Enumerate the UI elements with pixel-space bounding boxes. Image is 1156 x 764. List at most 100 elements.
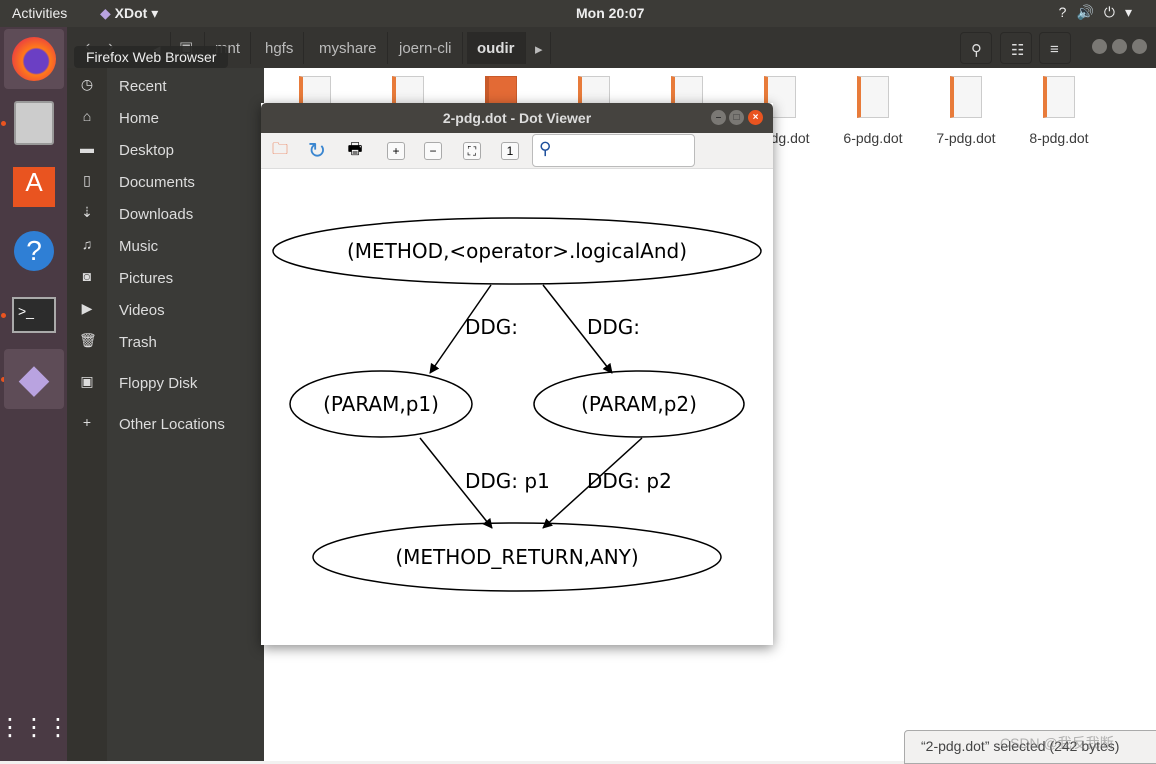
menu-button[interactable]: ≡ — [1039, 32, 1071, 64]
help-icon: ? — [14, 231, 54, 271]
sidebar-item-label: Recent — [119, 78, 167, 95]
open-button[interactable]: 🗀 — [268, 139, 292, 163]
edge-label: DDG: p1 — [465, 469, 550, 493]
xdot-icon: ◆ — [18, 357, 50, 401]
sidebar-item-label: Desktop — [119, 142, 175, 159]
node-label: (PARAM,p1) — [323, 392, 439, 416]
top-bar: Activities ◆ XDot ▾ Mon 20:07 ?🔊⏻▾ — [0, 0, 1156, 27]
zoom-fit-button[interactable]: ⛶ — [463, 142, 481, 160]
sidebar-item-label: Other Locations — [119, 416, 225, 433]
search-button[interactable]: ⚲ — [960, 32, 992, 64]
fit-icon: ⛶ — [467, 143, 477, 158]
network-unknown-icon: ? — [1058, 4, 1077, 20]
document-icon: ▯ — [83, 172, 91, 188]
app-grid-button[interactable]: ⋮⋮⋮ — [0, 697, 70, 757]
one-to-one-icon: 1 — [506, 144, 514, 158]
breadcrumb-myshare[interactable]: myshare — [309, 32, 388, 64]
reload-icon: ↻ — [307, 138, 327, 163]
sidebar-item-label: Home — [119, 110, 160, 127]
tooltip: Firefox Web Browser — [74, 46, 229, 68]
dock: A ? >_ ◆ ⋮⋮⋮ — [0, 27, 70, 761]
search-icon: ⚲ — [971, 42, 982, 59]
text-file-icon — [857, 76, 889, 118]
app-menu[interactable]: ◆ XDot ▾ — [100, 5, 158, 22]
volume-icon: 🔊 — [1076, 4, 1104, 20]
zoom-in-button[interactable]: + — [387, 142, 405, 160]
search-icon: ⚲ — [539, 139, 552, 158]
firefox-icon — [12, 37, 56, 81]
sidebar-item-label: Videos — [119, 302, 165, 319]
activities-button[interactable]: Activities — [12, 5, 67, 21]
chevron-down-icon: ▾ — [1124, 4, 1142, 20]
file-name: 6-pdg.dot — [843, 130, 903, 146]
file-item[interactable]: 7-pdg.dot — [921, 76, 1011, 146]
plus-icon: + — [82, 414, 92, 430]
file-name: 8-pdg.dot — [1029, 130, 1089, 146]
app-name: XDot — [114, 5, 148, 21]
text-file-icon — [1043, 76, 1075, 118]
terminal-icon: >_ — [12, 297, 56, 333]
hamburger-icon: ≡ — [1050, 41, 1059, 58]
sidebar-item-label: Trash — [119, 334, 157, 351]
video-icon: ▶ — [81, 300, 93, 316]
edge-label: DDG: p2 — [587, 469, 672, 493]
graph-canvas[interactable]: DDG: DDG: DDG: p1 DDG: p2 (METHOD,<operato… — [261, 169, 773, 645]
minimize-button[interactable]: – — [711, 110, 726, 125]
system-tray[interactable]: ?🔊⏻▾ — [1059, 4, 1142, 21]
list-view-icon: ☷ — [1011, 42, 1025, 59]
grid-icon: ⋮⋮⋮ — [0, 713, 70, 741]
dock-software[interactable]: A — [4, 157, 64, 217]
dock-firefox[interactable] — [4, 29, 64, 89]
file-name: 7-pdg.dot — [936, 130, 996, 146]
search-input[interactable]: ⚲ — [532, 134, 695, 167]
xdot-icon: ◆ — [100, 5, 111, 21]
edge-label: DDG: — [587, 315, 640, 339]
maximize-button[interactable]: □ — [729, 110, 744, 125]
floppy-icon: ▣ — [80, 373, 94, 389]
dock-xdot[interactable]: ◆ — [4, 349, 64, 409]
breadcrumb-joern-cli[interactable]: joern-cli — [389, 32, 463, 64]
view-toggle-button[interactable]: ☷ — [1000, 32, 1032, 64]
sidebar-item-label: Downloads — [119, 206, 194, 223]
file-item[interactable]: 6-pdg.dot — [828, 76, 918, 146]
clock[interactable]: Mon 20:07 — [576, 5, 644, 21]
file-item[interactable]: 8-pdg.dot — [1014, 76, 1104, 146]
plus-icon: + — [392, 144, 400, 158]
maximize-button[interactable] — [1112, 39, 1127, 54]
printer-icon: 🖶 — [347, 140, 363, 158]
folder-icon: ▬ — [80, 140, 94, 156]
sidebar-item-label: Pictures — [119, 270, 174, 287]
dot-viewer-window: 2-pdg.dot - Dot Viewer – □ × 🗀 ↻ 🖶 + − ⛶… — [261, 103, 773, 645]
close-button[interactable] — [1132, 39, 1147, 54]
toolbar: 🗀 ↻ 🖶 + − ⛶ 1 ⚲ — [261, 133, 773, 169]
edge-label: DDG: — [465, 315, 518, 339]
open-folder-icon: 🗀 — [271, 140, 288, 158]
reload-button[interactable]: ↻ — [305, 138, 329, 163]
sidebar: ◷ Recent ⌂ Home ▬ Desktop ▯ Documents ⇣ Downloads… — [67, 68, 264, 761]
dock-terminal[interactable]: >_ — [4, 285, 64, 345]
watermark: CSDN @我反我断 — [1000, 735, 1114, 751]
print-button[interactable]: 🖶 — [343, 139, 367, 163]
software-bag-icon: A — [13, 167, 55, 207]
node-label: (METHOD,<operator>.logicalAnd) — [347, 239, 687, 263]
breadcrumb-oudir[interactable]: oudir — [467, 32, 526, 64]
dock-files[interactable] — [4, 93, 64, 153]
power-icon: ⏻ — [1103, 4, 1125, 20]
close-button[interactable]: × — [748, 110, 763, 125]
download-icon: ⇣ — [81, 204, 93, 220]
zoom-out-button[interactable]: − — [424, 142, 442, 160]
home-icon: ⌂ — [82, 108, 92, 124]
breadcrumb-hgfs[interactable]: hgfs — [255, 32, 305, 64]
minimize-button[interactable] — [1092, 39, 1107, 54]
text-file-icon — [950, 76, 982, 118]
breadcrumb-right-button[interactable]: ▸ — [529, 32, 551, 64]
node-label: (PARAM,p2) — [581, 392, 697, 416]
file-cabinet-icon — [14, 101, 54, 145]
music-icon: ♫ — [81, 236, 93, 252]
dock-help[interactable]: ? — [4, 221, 64, 281]
zoom-100-button[interactable]: 1 — [501, 142, 519, 160]
window-titlebar[interactable]: 2-pdg.dot - Dot Viewer – □ × — [261, 103, 773, 133]
node-label: (METHOD_RETURN,ANY) — [395, 545, 638, 569]
minus-icon: − — [429, 144, 437, 158]
camera-icon: ◙ — [82, 268, 92, 284]
